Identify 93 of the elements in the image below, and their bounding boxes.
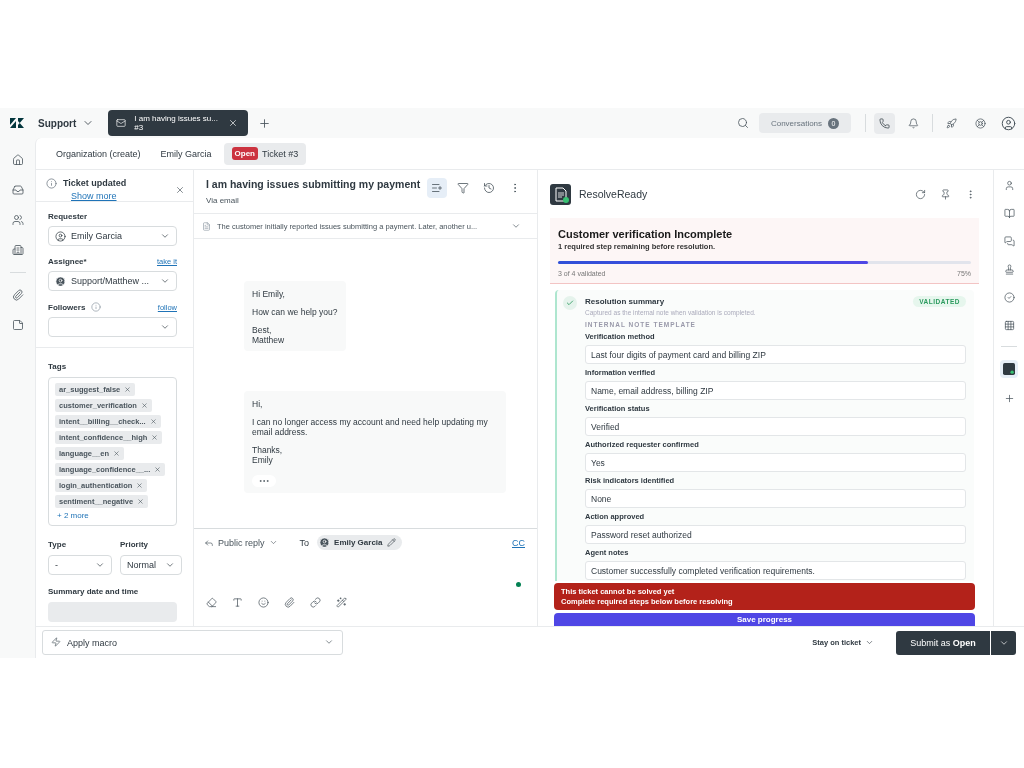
type-select[interactable]: - — [48, 555, 112, 575]
field-label: Summary date and time — [48, 587, 140, 596]
remove-icon — [154, 466, 162, 473]
field-label: Followers — [48, 302, 86, 312]
field-label: Requester — [48, 212, 89, 221]
chevron-down-icon — [160, 276, 170, 286]
chevron-down-icon — [160, 231, 170, 241]
field-label: Type — [48, 540, 68, 549]
wand-icon[interactable] — [334, 595, 349, 610]
text-field[interactable]: Verified — [585, 417, 966, 436]
reply-mode-menu[interactable]: Public reply — [204, 537, 278, 548]
chevron-down-icon — [865, 638, 874, 647]
text-field[interactable]: Last four digits of payment card and billing ZIP — [585, 345, 966, 364]
message-text: I can no longer access my account and need help updating my email address. — [252, 417, 489, 437]
status-title: Customer verification Incomplete — [558, 228, 734, 240]
user-icon — [55, 230, 66, 242]
ticket-tab[interactable]: I am having issues su... #3 — [108, 110, 249, 136]
app-name: ResolveReady — [579, 188, 649, 200]
remove-icon — [124, 386, 132, 393]
message-text: Hi, — [252, 399, 264, 409]
nav-tab[interactable]: Organization (create) — [48, 142, 149, 165]
chat-icon[interactable] — [1001, 234, 1017, 249]
field-label: Assignee* — [48, 257, 87, 266]
app-button[interactable] — [1000, 360, 1018, 378]
list-add-icon[interactable] — [427, 178, 447, 198]
remove-icon — [137, 498, 145, 505]
emoji-icon[interactable] — [256, 595, 271, 610]
reply-icon — [204, 537, 214, 548]
remove-icon — [140, 402, 148, 409]
message-text: How can we help you? — [252, 307, 338, 317]
app-logo-icon — [550, 183, 571, 205]
remove-icon — [136, 482, 144, 489]
info-icon — [91, 302, 102, 312]
paperclip-icon[interactable] — [282, 595, 297, 610]
ticket-title: I am having issues submitting my payment — [206, 178, 422, 190]
recipient-chip[interactable]: Emily Garcia — [317, 535, 402, 550]
search-icon[interactable] — [735, 115, 751, 131]
chevron-down-icon — [160, 322, 170, 332]
to-label: To — [299, 537, 310, 548]
show-quoted-button[interactable] — [252, 475, 276, 487]
text-field[interactable]: Yes — [585, 453, 966, 472]
mail-icon — [116, 118, 127, 128]
logo-icon — [10, 118, 24, 128]
step-title: Resolution summary — [585, 297, 665, 306]
nav-tab[interactable]: Open Ticket #3 — [223, 142, 307, 165]
book-icon[interactable] — [1001, 206, 1017, 221]
eraser-icon[interactable] — [204, 595, 219, 610]
show-more-link[interactable]: Show more — [71, 191, 167, 201]
remove-icon — [151, 434, 159, 441]
field-label: Tags — [48, 362, 68, 371]
message-text: Hi Emily, — [252, 289, 286, 299]
users-icon[interactable] — [9, 212, 26, 228]
product-menu[interactable]: Support — [38, 117, 95, 129]
assignee-select[interactable]: Support/Matthew ... — [48, 271, 177, 291]
summary-icon — [202, 221, 211, 231]
avatar-icon — [55, 275, 66, 287]
text-field[interactable]: Customer successfully completed verification requirements. — [585, 561, 966, 580]
notice-title: Ticket updated — [63, 178, 128, 188]
link-icon[interactable] — [308, 595, 323, 610]
submit-button[interactable]: Submit as Open — [896, 630, 990, 655]
building-icon[interactable] — [9, 242, 26, 258]
tab-title: I am having issues su... #3 — [134, 114, 219, 132]
nav-tab[interactable]: Emily Garcia — [152, 142, 220, 165]
chevron-down-icon — [268, 538, 278, 547]
macro-field[interactable]: Apply macro — [42, 630, 343, 655]
info-icon — [46, 178, 57, 189]
text-icon[interactable] — [230, 595, 245, 610]
text-field[interactable]: Name, email address, billing ZIP — [585, 381, 966, 400]
requester-select[interactable]: Emily Garcia — [48, 226, 177, 246]
text-field[interactable]: None — [585, 489, 966, 508]
remove-icon — [149, 418, 157, 425]
channel-label: Via email — [206, 196, 240, 205]
cc-link[interactable]: CC — [512, 537, 525, 548]
inbox-icon[interactable] — [9, 182, 26, 198]
recipient-name: Emily Garcia — [334, 538, 383, 547]
check-circle-icon[interactable] — [1001, 290, 1017, 305]
chevron-down-icon — [165, 560, 175, 570]
text-field[interactable]: Password reset authorized — [585, 525, 966, 544]
pencil-icon — [386, 538, 396, 547]
priority-select[interactable]: Normal — [120, 555, 182, 575]
save-progress-button[interactable]: Save progress — [554, 613, 975, 626]
field-label: Priority — [120, 540, 149, 549]
chevron-down-icon — [324, 637, 334, 647]
chevron-down-icon — [95, 560, 105, 570]
avatar-icon — [319, 537, 331, 548]
remove-icon — [113, 450, 121, 457]
status-dot — [516, 582, 521, 587]
message-text: Thanks, Emily — [252, 445, 284, 465]
phone-icon[interactable] — [874, 112, 895, 134]
lightning-icon — [51, 637, 61, 647]
message-text: Best, Matthew — [252, 325, 286, 345]
submit-options-button[interactable] — [991, 630, 1016, 655]
more-tags-link[interactable]: + 2 more — [57, 511, 89, 520]
